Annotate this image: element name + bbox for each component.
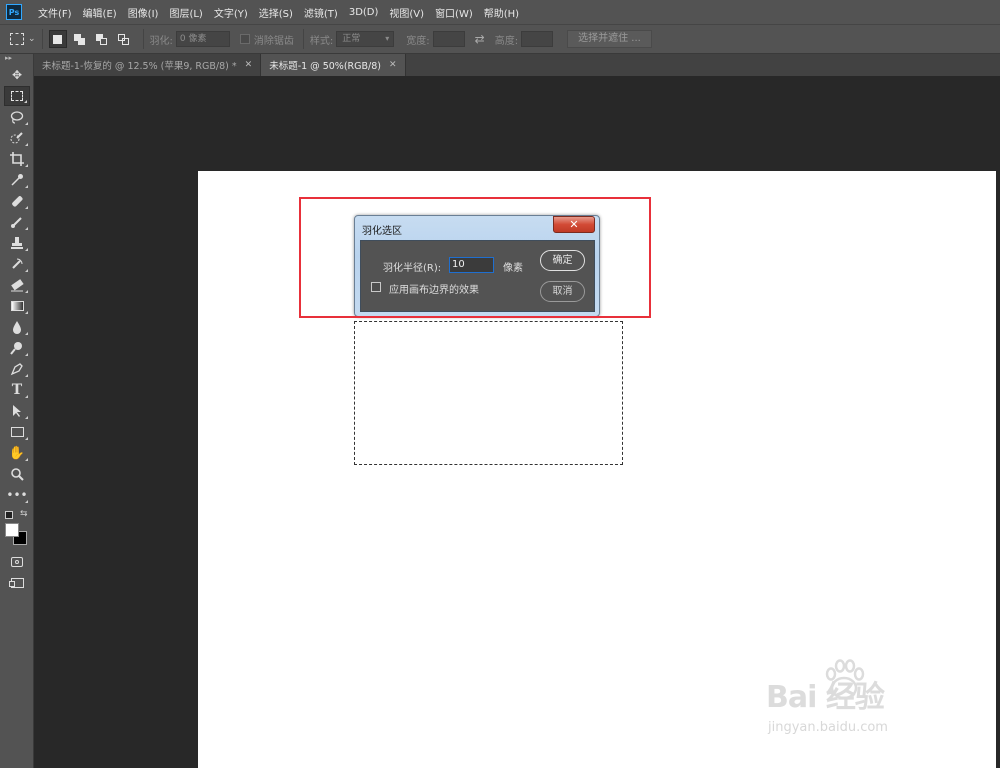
menu-help[interactable]: 帮助(H) bbox=[484, 5, 519, 20]
gradient-tool-icon[interactable] bbox=[4, 296, 30, 316]
menu-select[interactable]: 选择(S) bbox=[259, 5, 293, 20]
path-selection-tool-icon[interactable] bbox=[4, 401, 30, 421]
menu-window[interactable]: 窗口(W) bbox=[435, 5, 473, 20]
hand-tool-icon[interactable]: ✋ bbox=[4, 443, 30, 463]
tab-label: 未标题-1-恢复的 @ 12.5% (苹果9, RGB/8) * bbox=[42, 61, 237, 72]
menu-type[interactable]: 文字(Y) bbox=[214, 5, 248, 20]
close-icon[interactable]: ✕ bbox=[245, 60, 253, 70]
menu-image[interactable]: 图像(I) bbox=[128, 5, 159, 20]
style-select[interactable]: 正常 bbox=[336, 31, 395, 47]
menu-file[interactable]: 文件(F) bbox=[38, 5, 72, 20]
photoshop-logo-icon: Ps bbox=[6, 4, 22, 20]
divider bbox=[41, 29, 43, 49]
annotation-highlight-box bbox=[299, 197, 651, 318]
dodge-tool-icon[interactable] bbox=[4, 338, 30, 358]
marquee-icon bbox=[10, 33, 24, 45]
menu-layer[interactable]: 图层(L) bbox=[169, 5, 202, 20]
feather-label: 羽化: bbox=[149, 35, 173, 47]
width-input[interactable] bbox=[432, 31, 465, 47]
add-to-selection-button[interactable] bbox=[71, 30, 89, 48]
options-bar: ⌄ 羽化: 0 像素 消除锯齿 样式: 正常 宽度: ⇄ 高度: 选择并遮住 .… bbox=[0, 24, 1000, 54]
menu-3d[interactable]: 3D(D) bbox=[349, 7, 379, 18]
pen-tool-icon[interactable] bbox=[4, 359, 30, 379]
baidu-jingyan-watermark: Bai 经验 jingyan.baidu.com bbox=[764, 658, 954, 748]
style-label: 样式: bbox=[309, 35, 334, 47]
chevron-down-icon: ⌄ bbox=[28, 34, 36, 44]
healing-brush-tool-icon[interactable] bbox=[4, 191, 30, 211]
default-colors-icon[interactable] bbox=[5, 511, 13, 519]
tools-panel: ▸▸ ✥ T ✋ ••• ⇆ bbox=[0, 54, 34, 768]
feather-input[interactable]: 0 像素 bbox=[175, 31, 230, 47]
document-tab-active[interactable]: 未标题-1 @ 50%(RGB/8) ✕ bbox=[261, 54, 406, 76]
tab-label: 未标题-1 @ 50%(RGB/8) bbox=[269, 61, 381, 72]
subtract-selection-icon bbox=[95, 33, 108, 45]
intersect-selection-icon bbox=[117, 33, 130, 45]
marquee-selection bbox=[354, 321, 623, 465]
zoom-tool-icon[interactable] bbox=[4, 464, 30, 484]
move-tool-icon[interactable]: ✥ bbox=[4, 65, 30, 85]
menu-edit[interactable]: 编辑(E) bbox=[83, 5, 117, 20]
new-selection-icon bbox=[53, 34, 63, 44]
subtract-from-selection-button[interactable] bbox=[93, 30, 111, 48]
menu-filter[interactable]: 滤镜(T) bbox=[304, 5, 338, 20]
height-input[interactable] bbox=[521, 31, 554, 47]
width-label: 宽度: bbox=[406, 35, 430, 47]
type-tool-icon[interactable]: T bbox=[4, 380, 30, 400]
select-and-mask-button[interactable]: 选择并遮住 ... bbox=[567, 30, 652, 48]
panel-grip-icon[interactable]: ▸▸ bbox=[0, 54, 33, 64]
swap-colors-icon[interactable]: ⇆ bbox=[20, 509, 28, 519]
height-label: 高度: bbox=[494, 35, 519, 47]
quick-selection-tool-icon[interactable] bbox=[4, 128, 30, 148]
document-tabs: 未标题-1-恢复的 @ 12.5% (苹果9, RGB/8) * ✕ 未标题-1… bbox=[34, 54, 1000, 76]
antialias-label: 消除锯齿 bbox=[253, 35, 294, 47]
close-icon[interactable]: ✕ bbox=[389, 60, 397, 70]
eyedropper-tool-icon[interactable] bbox=[4, 170, 30, 190]
quick-mask-icon[interactable] bbox=[4, 552, 30, 572]
rectangular-marquee-tool-icon[interactable] bbox=[4, 86, 30, 106]
menu-bar: Ps 文件(F) 编辑(E) 图像(I) 图层(L) 文字(Y) 选择(S) 滤… bbox=[0, 0, 1000, 24]
crop-tool-icon[interactable] bbox=[4, 149, 30, 169]
divider bbox=[302, 29, 304, 49]
divider bbox=[142, 29, 144, 49]
history-brush-tool-icon[interactable] bbox=[4, 254, 30, 274]
swap-dimensions-icon[interactable]: ⇄ bbox=[475, 32, 485, 46]
foreground-color-swatch[interactable] bbox=[5, 523, 19, 537]
rectangle-tool-icon[interactable] bbox=[4, 422, 30, 442]
clone-stamp-tool-icon[interactable] bbox=[4, 233, 30, 253]
watermark-brand: Bai 经验 bbox=[766, 680, 885, 715]
brush-tool-icon[interactable] bbox=[4, 212, 30, 232]
lasso-tool-icon[interactable] bbox=[4, 107, 30, 127]
color-swatches[interactable]: ⇆ bbox=[3, 509, 33, 551]
eraser-tool-icon[interactable] bbox=[4, 275, 30, 295]
menu-view[interactable]: 视图(V) bbox=[389, 5, 424, 20]
screen-mode-icon[interactable] bbox=[4, 573, 30, 593]
watermark-url: jingyan.baidu.com bbox=[768, 720, 888, 735]
new-selection-button[interactable] bbox=[48, 30, 67, 48]
add-selection-icon bbox=[73, 33, 86, 45]
intersect-with-selection-button[interactable] bbox=[115, 30, 133, 48]
antialias-checkbox[interactable] bbox=[239, 34, 250, 44]
more-tools-icon[interactable]: ••• bbox=[4, 485, 30, 505]
tool-preset-picker[interactable]: ⌄ bbox=[10, 33, 36, 45]
document-tab[interactable]: 未标题-1-恢复的 @ 12.5% (苹果9, RGB/8) * ✕ bbox=[34, 54, 262, 76]
blur-tool-icon[interactable] bbox=[4, 317, 30, 337]
